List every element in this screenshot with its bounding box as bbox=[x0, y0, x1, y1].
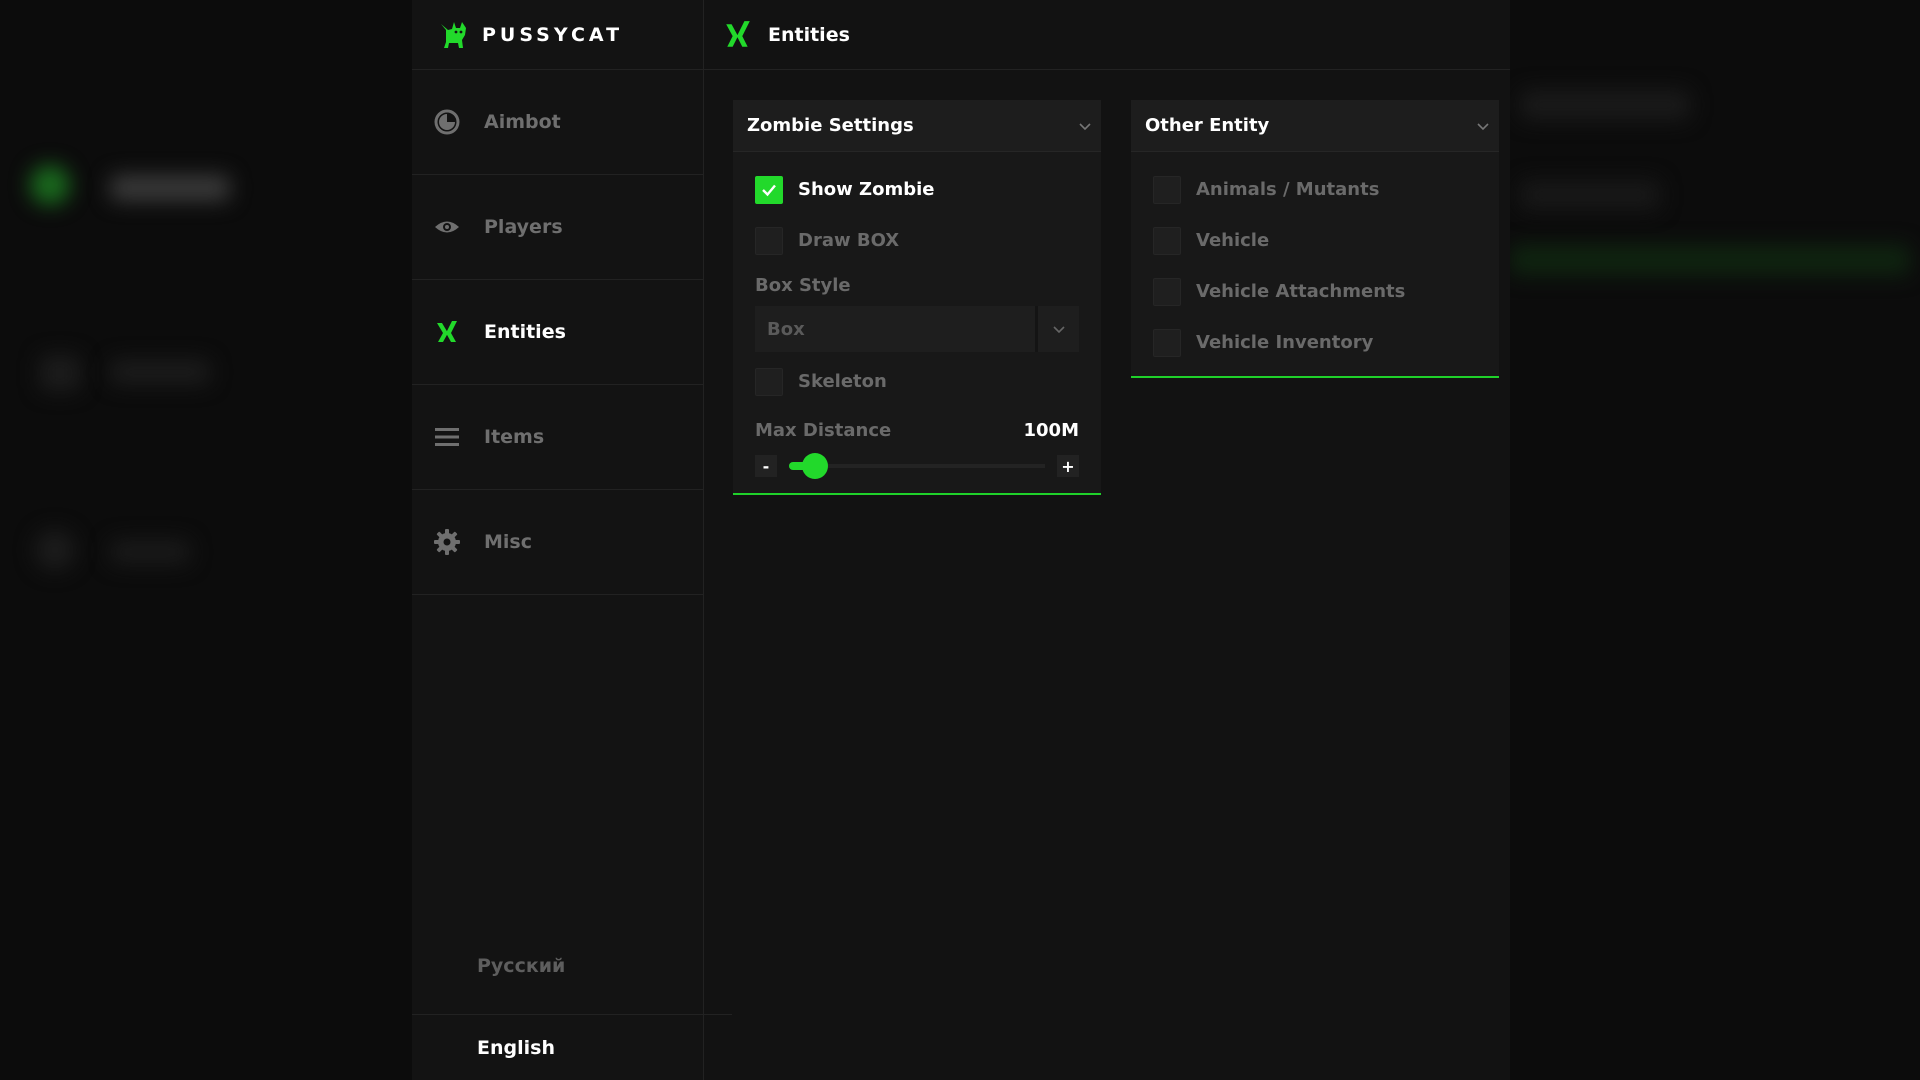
ghost-shape bbox=[40, 355, 80, 391]
vehicle-checkbox[interactable]: Vehicle bbox=[1131, 215, 1499, 266]
slider-thumb[interactable] bbox=[801, 453, 828, 479]
page-header: Entities bbox=[704, 0, 1510, 70]
skeleton-checkbox[interactable]: Skeleton bbox=[733, 356, 1101, 407]
checkbox-label: Show Zombie bbox=[798, 179, 935, 200]
vehicle-inventory-checkbox[interactable]: Vehicle Inventory bbox=[1131, 317, 1499, 368]
sidebar-item-players[interactable]: Players bbox=[412, 175, 703, 280]
show-zombie-checkbox[interactable]: Show Zombie bbox=[733, 164, 1101, 215]
max-distance-label: Max Distance bbox=[755, 419, 892, 441]
max-distance-slider-row: - + bbox=[733, 445, 1101, 487]
cat-logo-icon bbox=[441, 21, 466, 48]
max-distance-value: 100M bbox=[1023, 419, 1080, 441]
checkbox-box bbox=[755, 175, 783, 204]
checkbox-label: Draw BOX bbox=[798, 230, 900, 251]
sidebar-item-label: Misc bbox=[484, 531, 532, 553]
brand: PUSSYCAT bbox=[412, 0, 703, 70]
entities-icon bbox=[726, 20, 750, 47]
checkbox-box bbox=[1153, 226, 1181, 255]
checkbox-label: Vehicle Attachments bbox=[1196, 281, 1406, 302]
increment-button[interactable]: + bbox=[1057, 455, 1079, 477]
ghost-shape bbox=[1510, 245, 1910, 275]
page-title: Entities bbox=[768, 23, 850, 46]
checkbox-box bbox=[1153, 328, 1181, 357]
max-distance-slider[interactable] bbox=[789, 453, 1045, 479]
checkbox-box bbox=[1153, 277, 1181, 306]
vehicle-attachments-checkbox[interactable]: Vehicle Attachments bbox=[1131, 266, 1499, 317]
sidebar-item-misc[interactable]: Misc bbox=[412, 490, 703, 595]
checkbox-label: Vehicle bbox=[1196, 230, 1270, 251]
language-option-english[interactable]: English bbox=[412, 1014, 732, 1080]
checkbox-box bbox=[755, 367, 783, 396]
language-option-russian[interactable]: Русский bbox=[412, 955, 732, 977]
check-icon bbox=[762, 184, 776, 196]
chevron-down-icon bbox=[1052, 326, 1065, 334]
ghost-shape bbox=[30, 165, 70, 205]
box-style-label: Box Style bbox=[755, 274, 851, 296]
brand-name: PUSSYCAT bbox=[482, 23, 624, 46]
checkbox-label: Skeleton bbox=[798, 371, 887, 392]
chevron-down-icon bbox=[1079, 122, 1091, 130]
ghost-shape bbox=[110, 360, 210, 384]
sidebar-item-aimbot[interactable]: Aimbot bbox=[412, 70, 703, 175]
checkbox-label: Vehicle Inventory bbox=[1196, 332, 1374, 353]
sidebar-item-items[interactable]: Items bbox=[412, 385, 703, 490]
entities-icon bbox=[432, 317, 462, 347]
zombie-settings-panel: Zombie Settings Show Zombie Draw BOX Box… bbox=[733, 100, 1101, 495]
aimbot-icon bbox=[432, 107, 462, 137]
sidebar: PUSSYCAT Aimbot Players Entities Items M… bbox=[412, 0, 732, 1080]
checkbox-label: Animals / Mutants bbox=[1196, 179, 1380, 200]
other-entity-panel: Other Entity Animals / Mutants Vehicle V… bbox=[1131, 100, 1499, 378]
sidebar-item-entities[interactable]: Entities bbox=[412, 280, 703, 385]
sidebar-item-label: Aimbot bbox=[484, 111, 561, 133]
sidebar-item-label: Items bbox=[484, 426, 545, 448]
decrement-button[interactable]: - bbox=[755, 455, 777, 477]
ghost-shape bbox=[35, 530, 75, 570]
eye-icon bbox=[432, 212, 462, 242]
panel-title: Zombie Settings bbox=[747, 115, 914, 136]
menu-lines-icon bbox=[432, 422, 462, 452]
checkbox-box bbox=[755, 226, 783, 255]
ghost-shape bbox=[110, 540, 190, 564]
box-style-select[interactable]: Box bbox=[755, 306, 1079, 352]
zombie-settings-header[interactable]: Zombie Settings bbox=[733, 100, 1101, 152]
sidebar-item-label: Players bbox=[484, 216, 563, 238]
chevron-down-icon bbox=[1477, 122, 1489, 130]
sidebar-item-label: Entities bbox=[484, 321, 566, 343]
draw-box-checkbox[interactable]: Draw BOX bbox=[733, 215, 1101, 266]
box-style-value: Box bbox=[767, 318, 805, 340]
other-entity-header[interactable]: Other Entity bbox=[1131, 100, 1499, 152]
ghost-shape bbox=[1520, 90, 1690, 120]
max-distance-row: Max Distance 100M bbox=[733, 415, 1101, 445]
animals-mutants-checkbox[interactable]: Animals / Mutants bbox=[1131, 164, 1499, 215]
checkbox-box bbox=[1153, 175, 1181, 204]
app-window: PUSSYCAT Aimbot Players Entities Items M… bbox=[412, 0, 1510, 1080]
panel-title: Other Entity bbox=[1145, 115, 1270, 136]
ghost-shape bbox=[1520, 180, 1660, 210]
gear-icon bbox=[432, 527, 462, 557]
ghost-shape bbox=[110, 175, 230, 201]
select-dropdown-button[interactable] bbox=[1035, 306, 1079, 352]
